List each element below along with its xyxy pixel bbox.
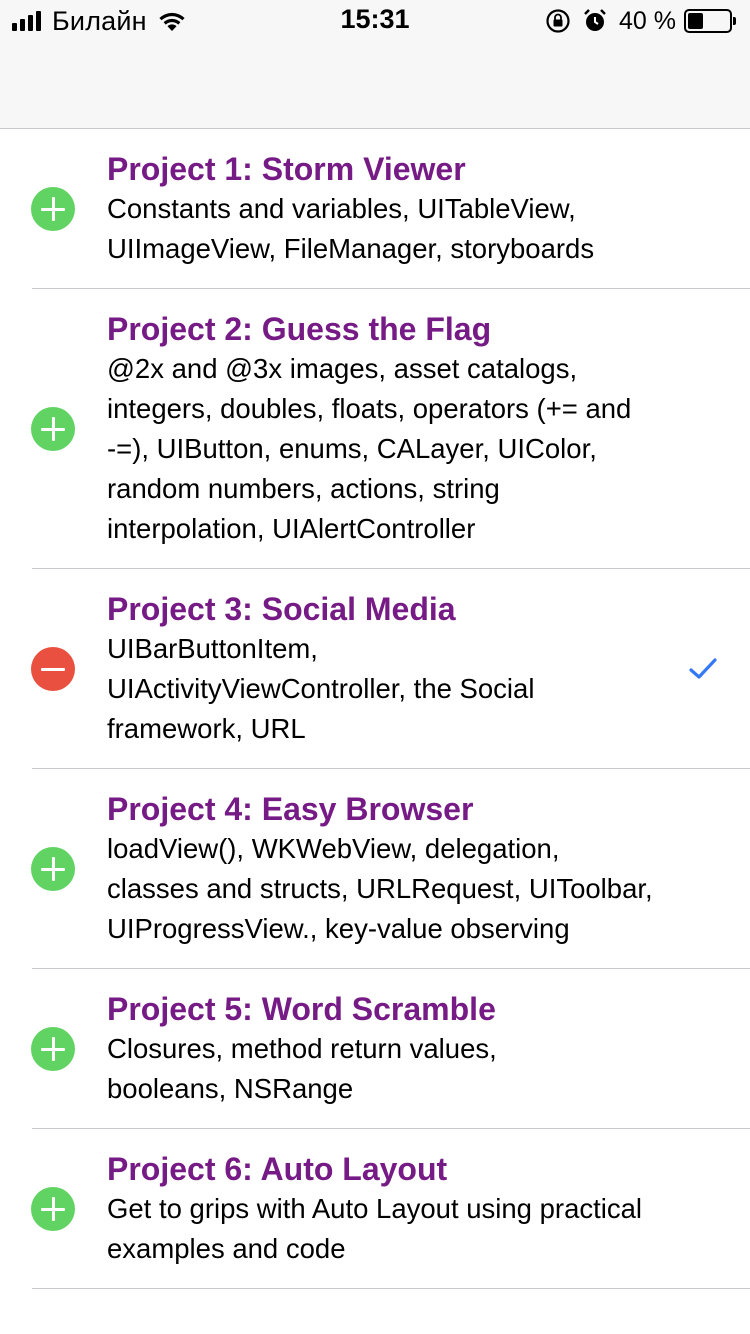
project-description-line: Get to grips with Auto Layout using prac… [107, 1193, 643, 1224]
insert-control-icon[interactable] [31, 1027, 75, 1071]
project-title: Project 6: Auto Layout [107, 1151, 448, 1187]
project-description-line: random numbers, actions, string [107, 473, 500, 504]
project-title: Project 1: Storm Viewer [107, 151, 466, 187]
project-description-line: UIProgressView., key-value observing [107, 913, 570, 944]
navigation-bar [0, 40, 750, 129]
project-title: Project 3: Social Media [107, 591, 456, 627]
project-description-line: booleans, NSRange [107, 1073, 354, 1104]
table-row[interactable]: Project 3: Social Media UIBarButtonItem, U… [0, 569, 750, 769]
table-row[interactable]: Project 5: Word Scramble Closures, method… [0, 969, 750, 1129]
table-row[interactable]: Project 4: Easy Browser loadView(), WKWeb… [0, 769, 750, 969]
battery-icon [684, 9, 736, 33]
project-description-line: UIBarButtonItem, [107, 633, 318, 664]
rotation-lock-icon [546, 9, 570, 33]
checkmark-icon [689, 658, 717, 679]
project-description-line: UIActivityViewController, the Social [107, 673, 535, 704]
table-row[interactable]: Project 2: Guess the Flag @2x and @3x ima… [0, 289, 750, 569]
insert-control-icon[interactable] [31, 187, 75, 231]
delete-control-icon[interactable] [31, 647, 75, 691]
project-description-line: Closures, method return values, [107, 1033, 497, 1064]
project-description-line: loadView(), WKWebView, delegation, [107, 833, 560, 864]
project-description-line: Constants and variables, UITableView, [107, 193, 576, 224]
row-separator [32, 1288, 750, 1289]
project-description-line: interpolation, UIAlertController [107, 513, 476, 544]
project-description-line: integers, doubles, floats, operators (+=… [107, 393, 632, 424]
project-description-line: @2x and @3x images, asset catalogs, [107, 353, 578, 384]
status-bar-right: 40 % [545, 5, 736, 37]
project-description-line: framework, URL [107, 713, 306, 744]
project-description-line: classes and structs, URLRequest, UIToolb… [107, 873, 653, 904]
insert-control-icon[interactable] [31, 407, 75, 451]
project-description-line: UIImageView, FileManager, storyboards [107, 233, 595, 264]
project-description-line: -=), UIButton, enums, CALayer, UIColor, [107, 433, 597, 464]
insert-control-icon[interactable] [31, 1187, 75, 1231]
project-description-line: examples and code [107, 1233, 346, 1264]
table-row[interactable]: Project 1: Storm Viewer Constants and var… [0, 129, 750, 289]
table-row[interactable]: Project 6: Auto Layout Get to grips with … [0, 1129, 750, 1289]
battery-percent: 40 % [619, 6, 676, 35]
project-title: Project 2: Guess the Flag [107, 311, 492, 347]
alarm-icon [584, 9, 606, 31]
status-bar: Билайн 15:31 40 % [0, 0, 750, 40]
project-title: Project 5: Word Scramble [107, 991, 496, 1027]
project-title: Project 4: Easy Browser [107, 791, 474, 827]
insert-control-icon[interactable] [31, 847, 75, 891]
project-table: Project 1: Storm Viewer Constants and var… [0, 129, 750, 1289]
